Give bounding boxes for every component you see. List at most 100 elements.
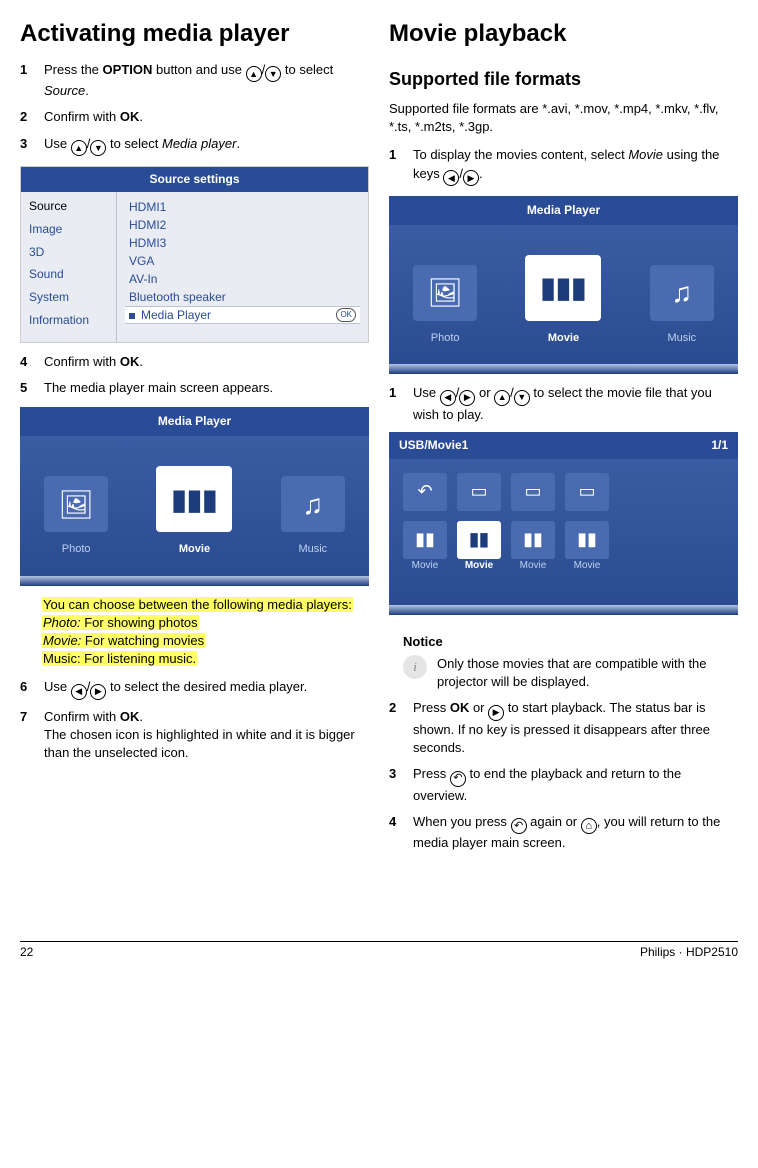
step-number: 1 (20, 61, 34, 101)
step-text: Press the OPTION button and use / to sel… (44, 61, 369, 101)
list-item: HDMI1 (129, 199, 166, 216)
photo-icon: 🖼 (44, 476, 108, 532)
step-number: 5 (20, 379, 34, 397)
list-item: HDMI2 (129, 217, 166, 234)
notice-text: Only those movies that are compatible wi… (437, 655, 738, 691)
page-indicator: 1/1 (711, 437, 728, 454)
heading-activating: Activating media player (20, 20, 369, 49)
list-item: AV-In (129, 271, 157, 288)
menu-item: 3D (29, 244, 108, 261)
step-number: 2 (20, 108, 34, 126)
notice-box: Notice i Only those movies that are comp… (403, 633, 738, 692)
photo-icon: 🖼 (413, 265, 477, 321)
step-number: 2 (389, 699, 403, 757)
formats-text: Supported file formats are *.avi, *.mov,… (389, 100, 738, 136)
step-text: The media player main screen appears. (44, 379, 369, 397)
menu-item: System (29, 289, 108, 306)
step-number: 3 (20, 135, 34, 157)
source-left-menu: Source Image 3D Sound System Information (21, 192, 116, 342)
up-icon (494, 390, 510, 406)
media-music: ♫ Music (650, 265, 714, 346)
step-text: Press OK or to start playback. The statu… (413, 699, 738, 757)
step-text: Confirm with OK. (44, 108, 369, 126)
left-icon (443, 170, 459, 186)
movie-file-icon: ▮▮ (403, 521, 447, 559)
card-title: Media Player (389, 196, 738, 225)
card-title: Media Player (20, 407, 369, 436)
up-icon (71, 140, 87, 156)
file-path: USB/Movie1 (399, 437, 468, 454)
ok-badge-icon: OK (336, 308, 356, 321)
step-text: Press to end the playback and return to … (413, 765, 738, 805)
notice-title: Notice (403, 633, 738, 651)
media-player-card: Media Player 🖼 Photo ▮▮▮ Movie ♫ Music (20, 407, 369, 585)
menu-item: Sound (29, 266, 108, 283)
right-icon (488, 705, 504, 721)
step-number: 4 (389, 813, 403, 853)
step-text: Use / to select the desired media player… (44, 678, 369, 700)
file-browser-card: USB/Movie1 1/1 ↶ ▭ ▭ ▭ ▮▮Movie ▮▮Movie ▮… (389, 432, 738, 615)
movie-icon: ▮▮▮ (156, 466, 232, 532)
down-icon (265, 66, 281, 82)
file-item: ▮▮Movie (565, 521, 609, 573)
media-music: ♫ Music (281, 476, 345, 557)
subheading-formats: Supported file formats (389, 67, 738, 92)
music-icon: ♫ (281, 476, 345, 532)
down-icon (514, 390, 530, 406)
step-number: 3 (389, 765, 403, 805)
file-item: ▮▮Movie (511, 521, 555, 573)
step-text: To display the movies content, select Mo… (413, 146, 738, 186)
step-number: 7 (20, 708, 34, 763)
home-icon (581, 818, 597, 834)
source-right-list: HDMI1 HDMI2 HDMI3 VGA AV-In Bluetooth sp… (116, 192, 368, 342)
list-item: HDMI3 (129, 235, 166, 252)
up-icon (246, 66, 262, 82)
source-settings-card: Source settings Source Image 3D Sound Sy… (20, 166, 369, 343)
music-icon: ♫ (650, 265, 714, 321)
right-icon (90, 684, 106, 700)
product-name: Philips · HDP2510 (640, 944, 738, 961)
step-text: Use / to select Media player. (44, 135, 369, 157)
media-movie: ▮▮▮ Movie (156, 466, 232, 557)
highlight-block: You can choose between the following med… (42, 596, 369, 669)
media-movie: ▮▮▮ Movie (525, 255, 601, 346)
movie-file-icon: ▮▮ (511, 521, 555, 559)
step-text: Use / or / to select the movie file that… (413, 384, 738, 424)
list-item: Media Player (141, 308, 211, 322)
movie-icon: ▮▮▮ (525, 255, 601, 321)
right-icon (459, 390, 475, 406)
page-number: 22 (20, 944, 33, 961)
step-number: 1 (389, 146, 403, 186)
list-item: Bluetooth speaker (129, 289, 226, 306)
step-number: 6 (20, 678, 34, 700)
selection-marker-icon (129, 313, 135, 319)
left-icon (71, 684, 87, 700)
file-item: ▮▮Movie (403, 521, 447, 573)
list-item: VGA (129, 253, 154, 270)
step-text: When you press again or , you will retur… (413, 813, 738, 853)
media-player-card: Media Player 🖼 Photo ▮▮▮ Movie ♫ Music (389, 196, 738, 374)
step-number: 1 (389, 384, 403, 424)
menu-item: Source (29, 198, 108, 215)
left-icon (440, 390, 456, 406)
info-icon: i (403, 655, 427, 679)
menu-item: Information (29, 312, 108, 329)
down-icon (90, 140, 106, 156)
folder-icon: ▭ (511, 473, 555, 511)
back-icon (511, 818, 527, 834)
back-icon: ↶ (403, 473, 447, 511)
media-photo: 🖼 Photo (44, 476, 108, 557)
media-photo: 🖼 Photo (413, 265, 477, 346)
movie-file-icon: ▮▮ (457, 521, 501, 559)
back-icon (450, 771, 466, 787)
step-text: Confirm with OK. The chosen icon is high… (44, 708, 369, 763)
movie-file-icon: ▮▮ (565, 521, 609, 559)
right-icon (463, 170, 479, 186)
card-title: Source settings (21, 167, 368, 192)
folder-icon: ▭ (565, 473, 609, 511)
step-number: 4 (20, 353, 34, 371)
page-footer: 22 Philips · HDP2510 (20, 941, 738, 961)
folder-icon: ▭ (457, 473, 501, 511)
step-text: Confirm with OK. (44, 353, 369, 371)
heading-movie-playback: Movie playback (389, 20, 738, 49)
